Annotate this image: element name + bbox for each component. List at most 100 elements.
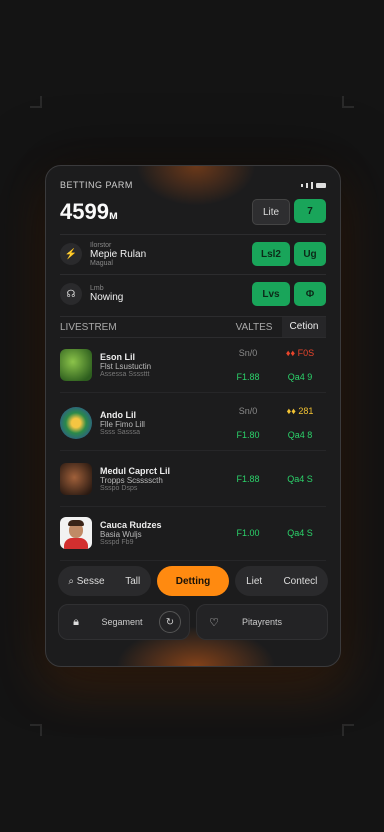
top-button-group: Lite 7 (252, 199, 326, 225)
feature-row[interactable]: ⚡ Ilorstor Mepie Rulan Magual Lsl2 Ug (60, 234, 326, 271)
tab-search-label: Sesse (76, 575, 105, 587)
row-text: Medul Caprct Lil Tropps Scsssscth Ssspo … (100, 466, 222, 492)
feature-buttons: Lvs Ф (252, 282, 326, 306)
feature-row[interactable]: ☊ Lmb Nowing Lvs Ф (60, 274, 326, 311)
payments-label: Pitayrents (241, 617, 283, 627)
payments-card[interactable]: ♡ Pitayrents (196, 604, 328, 640)
avatar-shirt (64, 538, 88, 549)
row-name: Ando Lil (100, 410, 136, 420)
feature-title: Mepie Rulan (90, 248, 147, 260)
row-meta: Ssspd Fb9 (100, 539, 134, 546)
table-header: LIVESTREM VALTES Cetion (60, 316, 326, 338)
heart-icon: ♡ (209, 616, 219, 629)
table-row[interactable]: Cauca Rudzes Basia Wuljs Ssspd Fb9 F1.00… (60, 506, 326, 561)
odds-value[interactable]: Qa4 9 (274, 372, 326, 382)
battery-icon (316, 182, 326, 188)
row-values: F1.88 Qa4 S (222, 474, 326, 484)
row-name: Cauca Rudzes (100, 520, 162, 530)
tab-list[interactable]: Liet (246, 576, 262, 587)
row-text: Ando Lil Flle Fimo Lill Ssss Sasssa (100, 410, 222, 436)
bolt-icon: ⚡ (60, 243, 82, 265)
row-values: Sn/0 ♦♦ 281 F1.80 Qa4 8 (222, 406, 326, 440)
row-meta: Ssspo Dsps (100, 485, 138, 492)
refresh-icon[interactable]: ↻ (159, 611, 181, 633)
tab-bar: ⌕ Sesse Tall Detting Liet Contecl (58, 566, 328, 596)
feature-button-primary[interactable]: Lvs (252, 282, 290, 306)
row-meta: Ssss Sasssa (100, 429, 141, 436)
table-row[interactable]: Medul Caprct Lil Tropps Scsssscth Ssspo … (60, 452, 326, 507)
balance-row: 4599м Lite 7 (60, 198, 326, 226)
row-meta: Assessa Ssssttt (100, 371, 150, 378)
status-bar: BETTING PARM (60, 178, 326, 192)
corner-mark (342, 96, 354, 108)
feature-button-primary[interactable]: Lsl2 (252, 242, 290, 266)
odds-value[interactable]: Qa4 S (274, 474, 326, 484)
row-desc: Flle Fimo Lill (100, 420, 145, 429)
row-desc: Basia Wuljs (100, 530, 142, 539)
feature-small: Lmb (90, 285, 104, 292)
feature-sub: Magual (90, 259, 113, 267)
odds-value[interactable]: F1.00 (222, 528, 274, 538)
corner-mark (30, 96, 42, 108)
avatar-hair (68, 520, 84, 526)
feature-title: Nowing (90, 292, 124, 303)
avatar (60, 517, 92, 549)
phone-screen: BETTING PARM 4599м Lite 7 ⚡ Ilorstor Mep… (45, 165, 341, 667)
tab-tall[interactable]: Tall (125, 576, 140, 587)
tab-group-left: ⌕ Sesse Tall (58, 566, 151, 596)
tab-betting[interactable]: Detting (156, 566, 230, 596)
row-text: Cauca Rudzes Basia Wuljs Ssspd Fb9 (100, 520, 222, 546)
feature-button-secondary[interactable]: Ф (294, 282, 326, 306)
table-row[interactable]: Eson Lil Flst Lsustuctin Assessa Ssssttt… (60, 338, 326, 393)
row-desc: Flst Lsustuctin (100, 362, 152, 371)
column-livestream: LIVESTREM (60, 321, 117, 333)
segment-card[interactable]: 🔒︎ Segament ↻ (58, 604, 190, 640)
tab-search[interactable]: ⌕ Sesse (68, 576, 104, 587)
odds-value[interactable]: F1.88 (222, 372, 274, 382)
row-values: Sn/0 ♦♦ F0S F1.88 Qa4 9 (222, 348, 326, 382)
system-icons (301, 181, 326, 189)
column-option[interactable]: Cetion (282, 317, 326, 337)
balance-amount: 4599 (60, 199, 109, 224)
lock-icon: 🔒︎ (73, 615, 79, 628)
feature-text: Ilorstor Mepie Rulan Magual (90, 242, 146, 267)
tab-group-right: Liet Contecl (235, 566, 328, 596)
column-values: VALTES (235, 321, 273, 333)
row-value: ♦♦ 281 (286, 406, 314, 416)
app-title: BETTING PARM (60, 180, 133, 190)
row-name: Medul Caprct Lil (100, 466, 171, 476)
signal-icon (301, 183, 303, 187)
avatar (60, 407, 92, 439)
live-button[interactable]: Lite (252, 199, 290, 225)
row-value: Sn/0 (238, 348, 258, 358)
balance-unit: м (108, 208, 118, 222)
tab-contest[interactable]: Contecl (283, 576, 317, 587)
headset-icon: ☊ (60, 283, 82, 305)
feature-text: Lmb Nowing (90, 285, 123, 303)
odds-value[interactable]: F1.88 (222, 474, 274, 484)
feature-buttons: Lsl2 Ug (252, 242, 326, 266)
row-value: Sn/0 (238, 406, 258, 416)
feature-button-secondary[interactable]: Ug (294, 242, 326, 266)
corner-mark (30, 724, 42, 736)
bottom-actions: 🔒︎ Segament ↻ ♡ Pitayrents (58, 604, 328, 640)
feature-info: ⚡ Ilorstor Mepie Rulan Magual (60, 242, 146, 267)
feature-info: ☊ Lmb Nowing (60, 283, 123, 305)
odds-value[interactable]: Qa4 8 (274, 430, 326, 440)
feature-small: Ilorstor (90, 241, 112, 249)
avatar (60, 349, 92, 381)
odds-value[interactable]: F1.80 (222, 430, 274, 440)
row-text: Eson Lil Flst Lsustuctin Assessa Ssssttt (100, 352, 222, 378)
row-name: Eson Lil (100, 352, 136, 362)
corner-mark (342, 724, 354, 736)
row-values: F1.00 Qa4 S (222, 528, 326, 538)
row-value: ♦♦ F0S (285, 348, 315, 358)
row-desc: Tropps Scsssscth (100, 476, 163, 485)
balance: 4599м (60, 199, 118, 225)
segment-label: Segament (101, 617, 143, 627)
avatar (60, 463, 92, 495)
table-row[interactable]: Ando Lil Flle Fimo Lill Ssss Sasssa Sn/0… (60, 396, 326, 451)
odds-value[interactable]: Qa4 S (274, 528, 326, 538)
go-button[interactable]: 7 (294, 199, 326, 223)
signal-icon (311, 181, 313, 189)
